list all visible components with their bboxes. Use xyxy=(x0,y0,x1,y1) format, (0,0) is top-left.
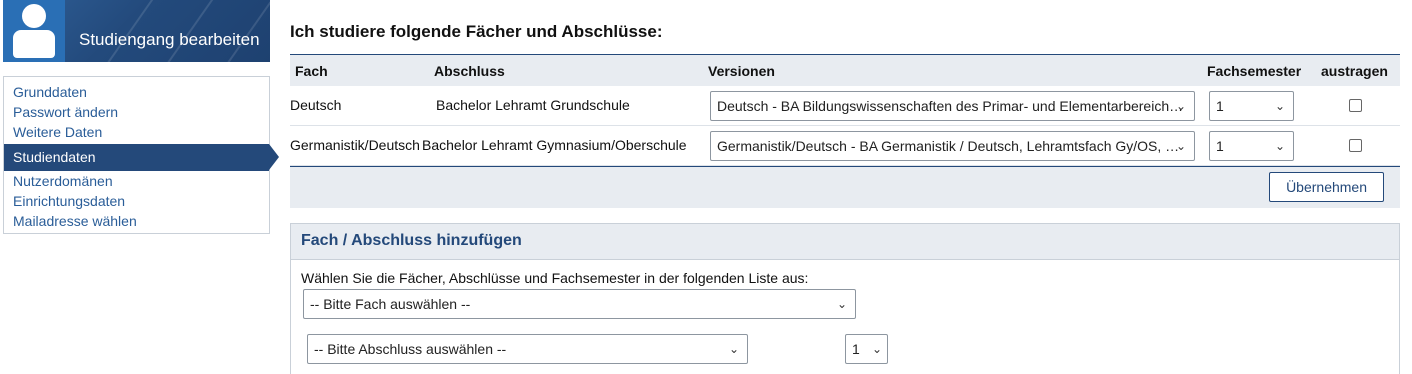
col-austragen: austragen xyxy=(1321,63,1388,79)
sidebar-item-mailadresse[interactable]: Mailadresse wählen xyxy=(4,211,269,231)
sidebar-item-weitere-daten[interactable]: Weitere Daten xyxy=(4,122,269,142)
avatar-body xyxy=(13,30,55,58)
chevron-down-icon: ⌄ xyxy=(1274,139,1285,153)
version-select-value: Germanistik/Deutsch - BA Germanistik / D… xyxy=(717,138,1180,154)
cell-abschluss: Bachelor Lehramt Grundschule xyxy=(436,97,630,113)
chevron-down-icon: ⌄ xyxy=(1175,139,1186,153)
col-abschluss: Abschluss xyxy=(434,63,505,79)
uebernehmen-button[interactable]: Übernehmen xyxy=(1269,172,1384,202)
sidebar-item-grunddaten[interactable]: Grunddaten xyxy=(4,82,269,102)
table-header: Fach Abschluss Versionen Fachsemester au… xyxy=(290,54,1400,86)
add-semester-select[interactable]: 1 ⌄ xyxy=(845,334,888,364)
chevron-down-icon: ⌄ xyxy=(836,297,847,311)
user-avatar-icon xyxy=(3,0,65,62)
cell-fach: Germanistik/Deutsch xyxy=(290,137,420,153)
sidebar-item-nutzerdomaenen[interactable]: Nutzerdomänen xyxy=(4,171,269,191)
version-select[interactable]: Germanistik/Deutsch - BA Germanistik / D… xyxy=(710,131,1195,161)
chevron-down-icon: ⌄ xyxy=(1274,99,1285,113)
chevron-down-icon: ⌄ xyxy=(871,342,882,356)
table-footer: Übernehmen xyxy=(290,166,1400,208)
studies-table: Fach Abschluss Versionen Fachsemester au… xyxy=(290,54,1400,208)
version-select-value: Deutsch - BA Bildungswissenschaften des … xyxy=(717,98,1184,114)
sidebar-item-einrichtungsdaten[interactable]: Einrichtungsdaten xyxy=(4,191,269,211)
sidebar-item-studiendaten[interactable]: Studiendaten xyxy=(4,144,279,171)
col-versionen: Versionen xyxy=(708,63,775,79)
fach-select-value: -- Bitte Fach auswählen -- xyxy=(310,296,471,312)
page-title: Ich studiere folgende Fächer und Abschlü… xyxy=(290,22,663,41)
semester-select[interactable]: 1 ⌄ xyxy=(1209,91,1294,121)
sidebar-nav: Grunddaten Passwort ändern Weitere Daten… xyxy=(3,76,279,234)
table-row: Germanistik/Deutsch Bachelor Lehramt Gym… xyxy=(290,126,1400,166)
version-select[interactable]: Deutsch - BA Bildungswissenschaften des … xyxy=(710,91,1195,121)
add-semester-select-value: 1 xyxy=(852,341,860,357)
add-panel: Fach / Abschluss hinzufügen Wählen Sie d… xyxy=(290,223,1400,374)
sidebar-item-passwort[interactable]: Passwort ändern xyxy=(4,102,269,122)
col-fachsemester: Fachsemester xyxy=(1207,63,1302,79)
austragen-checkbox[interactable] xyxy=(1349,139,1362,152)
abschluss-select-value: -- Bitte Abschluss auswählen -- xyxy=(314,341,507,357)
chevron-down-icon: ⌄ xyxy=(1175,99,1186,113)
cell-fach: Deutsch xyxy=(290,97,342,113)
add-panel-hint: Wählen Sie die Fächer, Abschlüsse und Fa… xyxy=(301,270,809,286)
col-fach: Fach xyxy=(295,63,328,79)
cell-abschluss: Bachelor Lehramt Gymnasium/Oberschule xyxy=(422,137,687,153)
austragen-checkbox[interactable] xyxy=(1349,99,1362,112)
abschluss-select[interactable]: -- Bitte Abschluss auswählen -- ⌄ xyxy=(307,334,748,364)
semester-select[interactable]: 1 ⌄ xyxy=(1209,131,1294,161)
semester-select-value: 1 xyxy=(1216,98,1224,114)
add-panel-title: Fach / Abschluss hinzufügen xyxy=(291,224,1399,260)
fach-select[interactable]: -- Bitte Fach auswählen -- ⌄ xyxy=(303,289,856,319)
sidebar-header: Studiengang bearbeiten xyxy=(3,0,270,62)
sidebar-title: Studiengang bearbeiten xyxy=(79,30,260,49)
chevron-down-icon: ⌄ xyxy=(728,342,739,356)
avatar-head xyxy=(22,4,46,28)
semester-select-value: 1 xyxy=(1216,138,1224,154)
table-row: Deutsch Bachelor Lehramt Grundschule Deu… xyxy=(290,86,1400,126)
